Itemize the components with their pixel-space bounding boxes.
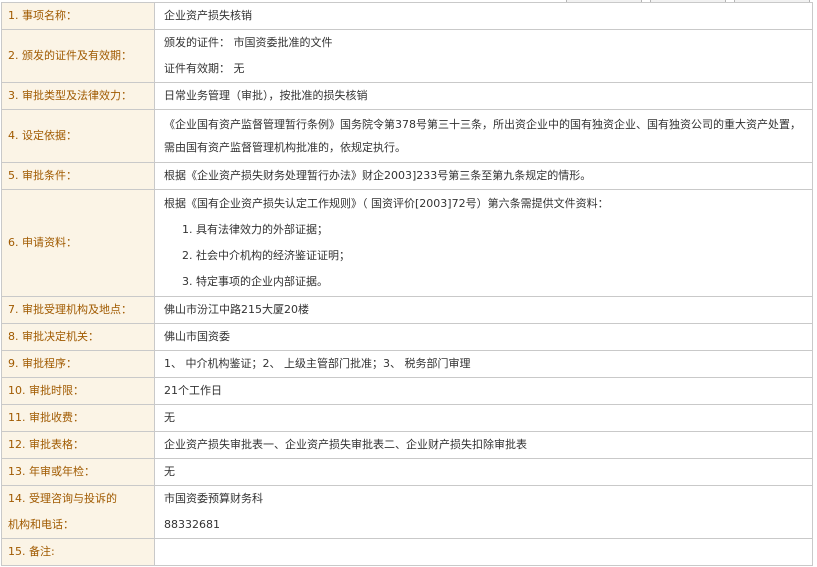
label-legal-basis: 4. 设定依据： <box>1 109 155 163</box>
row-office: 7. 审批受理机构及地点： 佛山市汾江中路215大厦20楼 <box>1 296 813 324</box>
label-item-name: 1. 事项名称： <box>1 2 155 30</box>
label-forms: 12. 审批表格： <box>1 431 155 459</box>
materials-item: 3. 特定事项的企业内部证据。 <box>182 275 328 288</box>
row-remarks: 15. 备注: <box>1 538 813 566</box>
row-materials: 6. 申请资料： 根据《国有企业资产损失认定工作规则》（ 国资评价[2003]7… <box>1 189 813 297</box>
label-text: 4. 设定依据： <box>8 129 77 142</box>
value-procedure: 1、 中介机构鉴证；2、 上级主管部门批准；3、 税务部门审理 <box>154 350 813 378</box>
label-text: 8. 审批决定机关： <box>8 330 99 343</box>
value-text: 佛山市国资委 <box>164 330 230 343</box>
label-remarks: 15. 备注: <box>1 538 155 566</box>
value-fees: 无 <box>154 404 813 432</box>
materials-item: 2. 社会中介机构的经济鉴证证明； <box>182 249 350 262</box>
value-annual-review: 无 <box>154 458 813 486</box>
value-text: 《企业国有资产监督管理暂行条例》国务院令第378号第三十三条，所出资企业中的国有… <box>164 118 801 154</box>
value-text: 1、 中介机构鉴证；2、 上级主管部门批准；3、 税务部门审理 <box>164 357 471 370</box>
label-text: 11. 审批收费： <box>8 411 84 424</box>
value-authority: 佛山市国资委 <box>154 323 813 351</box>
row-conditions: 5. 审批条件： 根据《企业资产损失财务处理暂行办法》财企2003]233号第三… <box>1 162 813 190</box>
row-approval-type: 3. 审批类型及法律效力： 日常业务管理（审批），按批准的损失核销 <box>1 82 813 110</box>
value-text: 企业资产损失审批表一、企业资产损失审批表二、企业财产损失扣除审批表 <box>164 438 527 451</box>
label-contact: 14. 受理咨询与投诉的 机构和电话： <box>1 485 155 539</box>
label-materials: 6. 申请资料： <box>1 189 155 297</box>
value-remarks <box>154 538 813 566</box>
value-office: 佛山市汾江中路215大厦20楼 <box>154 296 813 324</box>
value-text: 根据《企业资产损失财务处理暂行办法》财企2003]233号第三条至第九条规定的情… <box>164 169 592 182</box>
materials-item: 1. 具有法律效力的外部证据； <box>182 223 328 236</box>
label-text: 14. 受理咨询与投诉的 <box>8 492 117 505</box>
row-authority: 8. 审批决定机关： 佛山市国资委 <box>1 323 813 351</box>
label-text: 5. 审批条件： <box>8 169 77 182</box>
label-certificate: 2. 颁发的证件及有效期： <box>1 29 155 83</box>
value-time-limit: 21个工作日 <box>154 377 813 405</box>
label-text: 7. 审批受理机构及地点： <box>8 303 132 316</box>
approval-info-table: 1. 事项名称： 企业资产损失核销 2. 颁发的证件及有效期： 颁发的证件： 市… <box>1 2 813 566</box>
value-text: 证件有效期： 无 <box>164 62 245 75</box>
value-contact: 市国资委预算财务科 88332681 <box>154 485 813 539</box>
label-text: 1. 事项名称： <box>8 9 77 22</box>
value-text: 日常业务管理（审批），按批准的损失核销 <box>164 89 368 102</box>
contact-phone: 88332681 <box>164 518 220 531</box>
label-text: 2. 颁发的证件及有效期： <box>8 49 132 62</box>
value-item-name: 企业资产损失核销 <box>154 2 813 30</box>
row-forms: 12. 审批表格： 企业资产损失审批表一、企业资产损失审批表二、企业财产损失扣除… <box>1 431 813 459</box>
label-approval-type: 3. 审批类型及法律效力： <box>1 82 155 110</box>
label-text: 15. 备注: <box>8 545 55 558</box>
row-contact: 14. 受理咨询与投诉的 机构和电话： 市国资委预算财务科 88332681 <box>1 485 813 539</box>
label-fees: 11. 审批收费： <box>1 404 155 432</box>
label-text: 3. 审批类型及法律效力： <box>8 89 132 102</box>
label-annual-review: 13. 年审或年检： <box>1 458 155 486</box>
label-text: 12. 审批表格： <box>8 438 84 451</box>
row-fees: 11. 审批收费： 无 <box>1 404 813 432</box>
value-text: 市国资委预算财务科 <box>164 492 263 505</box>
value-legal-basis: 《企业国有资产监督管理暂行条例》国务院令第378号第三十三条，所出资企业中的国有… <box>154 109 813 163</box>
value-text: 无 <box>164 465 175 478</box>
label-procedure: 9. 审批程序： <box>1 350 155 378</box>
value-text: 无 <box>164 411 175 424</box>
value-text: 企业资产损失核销 <box>164 9 252 22</box>
value-text: 颁发的证件： 市国资委批准的文件 <box>164 36 333 49</box>
label-text: 9. 审批程序： <box>8 357 77 370</box>
value-certificate: 颁发的证件： 市国资委批准的文件 证件有效期： 无 <box>154 29 813 83</box>
value-conditions: 根据《企业资产损失财务处理暂行办法》财企2003]233号第三条至第九条规定的情… <box>154 162 813 190</box>
row-legal-basis: 4. 设定依据： 《企业国有资产监督管理暂行条例》国务院令第378号第三十三条，… <box>1 109 813 163</box>
value-text: 佛山市汾江中路215大厦20楼 <box>164 303 309 316</box>
row-time-limit: 10. 审批时限： 21个工作日 <box>1 377 813 405</box>
label-text: 6. 申请资料： <box>8 236 77 249</box>
row-item-name: 1. 事项名称： 企业资产损失核销 <box>1 2 813 30</box>
row-procedure: 9. 审批程序： 1、 中介机构鉴证；2、 上级主管部门批准；3、 税务部门审理 <box>1 350 813 378</box>
value-forms: 企业资产损失审批表一、企业资产损失审批表二、企业财产损失扣除审批表 <box>154 431 813 459</box>
value-approval-type: 日常业务管理（审批），按批准的损失核销 <box>154 82 813 110</box>
label-authority: 8. 审批决定机关： <box>1 323 155 351</box>
value-text: 21个工作日 <box>164 384 222 397</box>
label-office: 7. 审批受理机构及地点： <box>1 296 155 324</box>
row-certificate: 2. 颁发的证件及有效期： 颁发的证件： 市国资委批准的文件 证件有效期： 无 <box>1 29 813 83</box>
row-annual-review: 13. 年审或年检： 无 <box>1 458 813 486</box>
label-text: 10. 审批时限： <box>8 384 84 397</box>
label-time-limit: 10. 审批时限： <box>1 377 155 405</box>
label-text: 13. 年审或年检： <box>8 465 95 478</box>
value-materials: 根据《国有企业资产损失认定工作规则》（ 国资评价[2003]72号）第六条需提供… <box>154 189 813 297</box>
label-conditions: 5. 审批条件： <box>1 162 155 190</box>
label-text: 机构和电话： <box>8 518 74 531</box>
materials-intro: 根据《国有企业资产损失认定工作规则》（ 国资评价[2003]72号）第六条需提供… <box>164 197 609 210</box>
